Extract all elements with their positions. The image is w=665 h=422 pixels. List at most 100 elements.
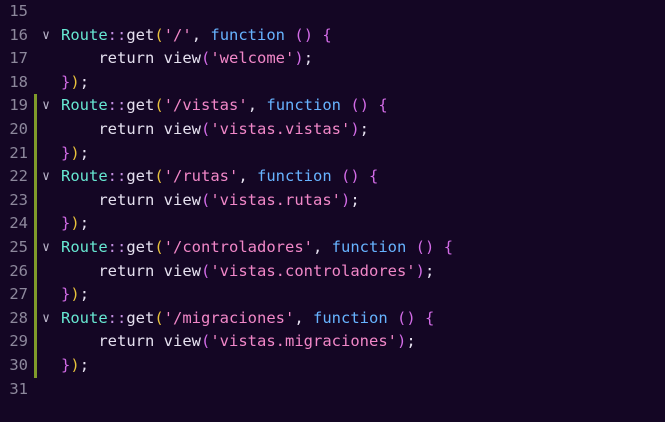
code-token: '/rutas' xyxy=(163,167,239,186)
line-number: 25 xyxy=(9,238,28,256)
code-text[interactable]: }); xyxy=(61,354,89,378)
code-line[interactable]: 22 ∨ Route::get('/rutas', function () { xyxy=(0,165,665,189)
code-token: :: xyxy=(107,238,127,256)
code-token: { xyxy=(378,96,388,115)
code-token: ; xyxy=(79,285,90,304)
modified-line-indicator[interactable] xyxy=(34,330,37,354)
code-token: 'vistas.migraciones' xyxy=(210,332,397,351)
code-token: ; xyxy=(79,214,90,233)
code-token: '/vistas' xyxy=(163,96,248,115)
line-number: 28 xyxy=(9,308,28,327)
code-token: function xyxy=(331,238,407,256)
code-line[interactable]: 31 xyxy=(0,378,665,402)
modified-line-indicator[interactable] xyxy=(34,118,37,142)
code-token: () xyxy=(341,167,360,186)
code-token: function xyxy=(266,96,342,115)
code-line[interactable]: 30}); xyxy=(0,354,665,378)
code-text[interactable]: }); xyxy=(61,142,89,166)
line-number: 26 xyxy=(9,261,28,280)
code-line[interactable]: 20 return view('vistas.vistas'); xyxy=(0,118,665,142)
code-text[interactable]: return view('vistas.vistas'); xyxy=(61,118,369,142)
code-token: :: xyxy=(107,308,127,327)
code-token: ( xyxy=(154,308,164,327)
line-number: 20 xyxy=(9,120,28,138)
code-token: get xyxy=(126,167,155,186)
code-line[interactable]: 28 ∨ Route::get('/migraciones', function (… xyxy=(0,306,665,331)
code-token: '/controladores' xyxy=(163,238,313,256)
code-token: '/migraciones' xyxy=(163,308,295,327)
code-line[interactable]: 17 return view('welcome'); xyxy=(0,47,665,71)
code-token: } xyxy=(61,285,71,304)
code-token: ( xyxy=(154,25,164,44)
code-token: return xyxy=(98,120,155,138)
code-line[interactable]: 25 ∨ Route::get('/controladores', function… xyxy=(0,236,665,260)
modified-line-indicator[interactable] xyxy=(34,354,37,378)
modified-line-indicator[interactable] xyxy=(34,259,37,284)
modified-line-indicator[interactable] xyxy=(34,212,37,236)
code-text[interactable]: Route::get('/rutas', function () { xyxy=(61,165,378,189)
code-token: :: xyxy=(107,25,127,44)
modified-line-indicator[interactable] xyxy=(34,236,37,260)
code-text[interactable]: }); xyxy=(61,71,89,95)
code-line[interactable]: 21}); xyxy=(0,141,665,166)
code-token: get xyxy=(126,96,155,115)
fold-chevron-icon[interactable]: ∨ xyxy=(38,236,54,260)
code-text[interactable]: return view('vistas.migraciones'); xyxy=(61,330,415,354)
modified-line-indicator[interactable] xyxy=(34,94,37,118)
line-number: 31 xyxy=(9,379,28,398)
code-text[interactable]: }); xyxy=(61,212,89,236)
code-line[interactable]: 29 return view('vistas.migraciones'); xyxy=(0,330,665,354)
code-line[interactable]: 15 xyxy=(0,0,665,24)
code-text[interactable]: return view('vistas.rutas'); xyxy=(61,189,359,213)
code-line[interactable]: 23 return view('vistas.rutas'); xyxy=(0,188,665,213)
code-editor[interactable]: 15 16 ∨ Route::get('/', function () {17 ret… xyxy=(0,0,665,422)
code-text[interactable]: Route::get('/controladores', function ()… xyxy=(61,236,453,260)
modified-line-indicator[interactable] xyxy=(34,283,37,307)
modified-line-indicator[interactable] xyxy=(34,165,37,189)
code-token: ; xyxy=(79,143,90,162)
fold-chevron-icon[interactable]: ∨ xyxy=(38,24,54,48)
fold-chevron-icon[interactable]: ∨ xyxy=(38,165,54,189)
code-token: ; xyxy=(359,120,370,138)
code-token: ; xyxy=(303,49,314,68)
code-line[interactable]: 18}); xyxy=(0,71,665,95)
fold-chevron-icon[interactable]: ∨ xyxy=(38,307,54,331)
code-token: ) xyxy=(350,120,360,138)
code-token: ) xyxy=(396,332,407,351)
code-token: ( xyxy=(201,120,211,138)
modified-line-indicator[interactable] xyxy=(34,188,37,213)
code-line[interactable]: 27}); xyxy=(0,283,665,307)
code-token: ( xyxy=(154,167,164,186)
code-token: Route xyxy=(61,167,108,186)
code-token: } xyxy=(61,72,71,91)
code-token: Route xyxy=(61,25,108,44)
code-token: 'vistas.vistas' xyxy=(210,120,351,138)
code-text[interactable]: Route::get('/migraciones', function () { xyxy=(61,307,434,331)
code-token: 'vistas.controladores' xyxy=(210,261,416,280)
modified-line-indicator[interactable] xyxy=(34,141,37,166)
line-number: 24 xyxy=(9,214,28,233)
code-line[interactable]: 16 ∨ Route::get('/', function () { xyxy=(0,24,665,48)
modified-line-indicator[interactable] xyxy=(34,306,37,331)
code-text[interactable]: Route::get('/', function () { xyxy=(61,24,332,48)
code-token: Route xyxy=(61,238,108,256)
fold-chevron-icon[interactable]: ∨ xyxy=(38,94,54,118)
code-token: ) xyxy=(70,356,80,374)
code-token: ) xyxy=(70,214,80,233)
code-text[interactable]: }); xyxy=(61,283,89,307)
code-token: } xyxy=(61,214,71,233)
code-line[interactable]: 19 ∨ Route::get('/vistas', function () { xyxy=(0,94,665,118)
code-text[interactable]: Route::get('/vistas', function () { xyxy=(61,94,388,118)
code-line[interactable]: 24}); xyxy=(0,212,665,236)
code-token: return xyxy=(98,190,155,209)
code-text[interactable]: return view('vistas.controladores'); xyxy=(61,260,434,284)
code-line[interactable]: 26 return view('vistas.controladores'); xyxy=(0,259,665,284)
code-text[interactable]: return view('welcome'); xyxy=(61,47,313,71)
